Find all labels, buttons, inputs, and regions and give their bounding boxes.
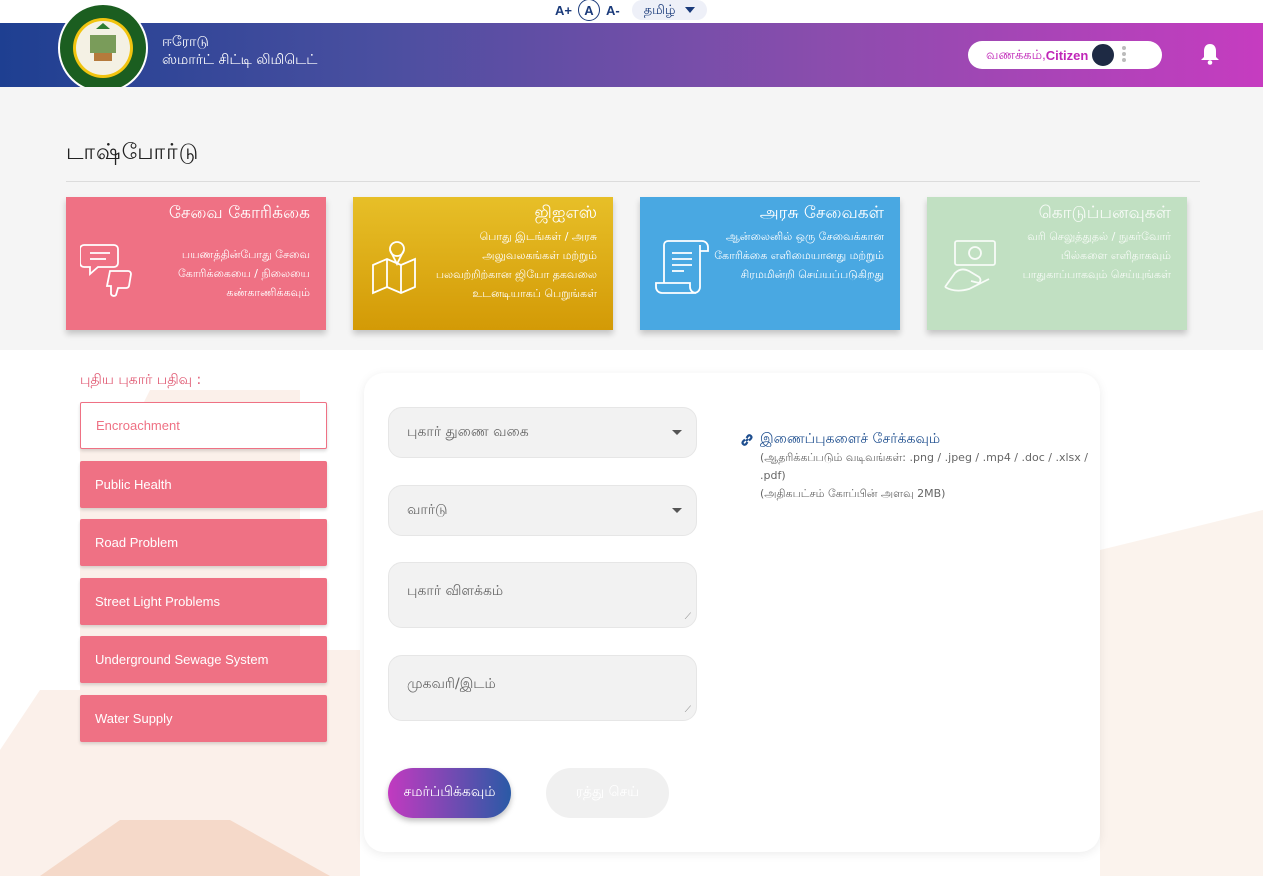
tile-description: வரி செலுத்துதல் / நுகர்வோர் பில்களை எளித… (1022, 230, 1171, 281)
tile-title: கொடுப்பனவுகள் (1038, 203, 1171, 223)
attachment-formats: (ஆதரிக்கப்படும் வடிவங்கள்: .png / .jpeg … (760, 451, 1088, 482)
language-select[interactable]: தமிழ் (631, 0, 708, 20)
resize-handle-icon[interactable]: ⟋ (685, 705, 691, 715)
category-underground-sewage[interactable]: Underground Sewage System (80, 636, 327, 683)
resize-handle-icon[interactable]: ⟋ (685, 612, 691, 622)
accessibility-bar: A+ A A- தமிழ் (0, 0, 1263, 23)
tile-title: சேவை கோரிக்கை (168, 203, 310, 223)
subtype-select[interactable]: புகார் துணை வகை (388, 407, 697, 458)
user-menu[interactable]: வணக்கம், Citizen (968, 41, 1162, 69)
submit-button[interactable]: சமர்ப்பிக்கவும் (388, 768, 511, 818)
category-public-health[interactable]: Public Health (80, 461, 327, 508)
language-value: தமிழ் (643, 1, 676, 17)
subtype-placeholder: புகார் துணை வகை (407, 423, 529, 440)
category-encroachment[interactable]: Encroachment (80, 402, 327, 449)
brand-line-2: ஸ்மார்ட் சிட்டி லிமிடெட் (162, 52, 318, 68)
page-title: டாஷ்போர்டு (66, 140, 200, 165)
more-vertical-icon[interactable] (1122, 46, 1130, 62)
tile-description: பயணத்தின்போது சேவை கோரிக்கையை / நிலையை க… (177, 248, 310, 299)
brand-name: ஈரோடு ஸ்மார்ட் சிட்டி லிமிடெட் (162, 33, 317, 69)
description-textarea[interactable]: புகார் விளக்கம் ⟋ (388, 562, 697, 628)
city-logo[interactable] (58, 3, 148, 93)
brand-line-1: ஈரோடு (162, 34, 209, 50)
attachments-section: இணைப்புகளைச் சேர்க்கவும் (ஆதரிக்கப்படும்… (740, 431, 1100, 503)
greeting-user: Citizen (1045, 47, 1089, 63)
tile-description: பொது இடங்கள் / அரசு அலுவலகங்கள் மற்றும் … (435, 230, 597, 300)
ward-placeholder: வார்டு (407, 501, 448, 518)
top-header: ஈரோடு ஸ்மார்ட் சிட்டி லிமிடெட் வணக்கம், … (0, 3, 1263, 93)
category-water-supply[interactable]: Water Supply (80, 695, 327, 742)
bell-icon[interactable] (1200, 43, 1220, 65)
add-attachments-label: இணைப்புகளைச் சேர்க்கவும் (760, 431, 941, 447)
title-divider (66, 181, 1200, 182)
tile-payments[interactable]: கொடுப்பனவுகள் வரி செலுத்துதல் / நுகர்வோர… (927, 197, 1187, 330)
tile-service-request[interactable]: சேவை கோரிக்கை பயணத்தின்போது சேவை கோரிக்க… (66, 197, 326, 330)
new-complaint-label: புதிய புகார் பதிவு : (80, 372, 202, 388)
font-normal-button[interactable]: A (577, 0, 600, 21)
tile-government-services[interactable]: அரசு சேவைகள் ஆன்லைனில் ஒரு சேவைக்கான கோர… (640, 197, 900, 330)
category-road-problem[interactable]: Road Problem (80, 519, 327, 566)
dropdown-caret-icon (672, 507, 682, 513)
ward-select[interactable]: வார்டு (388, 485, 697, 536)
cancel-button[interactable]: ரத்து செய் (546, 768, 669, 818)
description-placeholder: புகார் விளக்கம் (407, 583, 504, 599)
font-size-controls: A+ A A- தமிழ் (555, 0, 708, 21)
address-textarea[interactable]: முகவரி/இடம் ⟋ (388, 655, 697, 721)
font-increase-button[interactable]: A+ (555, 3, 572, 18)
attachment-size-limit: (அதிகபட்சம் கோப்பின் அளவு 2MB) (760, 487, 946, 500)
link-icon (741, 434, 753, 446)
tile-description: ஆன்லைனில் ஒரு சேவைக்கான கோரிக்கை எளிமையா… (714, 230, 884, 281)
greeting-prefix: வணக்கம், (986, 46, 1046, 62)
font-decrease-button[interactable]: A- (606, 3, 620, 18)
address-placeholder: முகவரி/இடம் (407, 676, 496, 692)
tile-title: அரசு சேவைகள் (759, 203, 884, 223)
tile-gis[interactable]: ஜிஐஎஸ் பொது இடங்கள் / அரசு அலுவலகங்கள் ம… (353, 197, 613, 330)
chevron-down-icon (685, 7, 696, 13)
avatar[interactable] (1090, 42, 1116, 68)
category-street-light[interactable]: Street Light Problems (80, 578, 327, 625)
logo-emblem-icon (62, 7, 144, 89)
complaint-form-card: புகார் துணை வகை வார்டு புகார் விளக்கம் ⟋… (364, 373, 1100, 852)
dropdown-caret-icon (672, 429, 682, 435)
add-attachments-link[interactable]: இணைப்புகளைச் சேர்க்கவும் (740, 431, 1100, 449)
tile-title: ஜிஐஎஸ் (534, 203, 597, 223)
